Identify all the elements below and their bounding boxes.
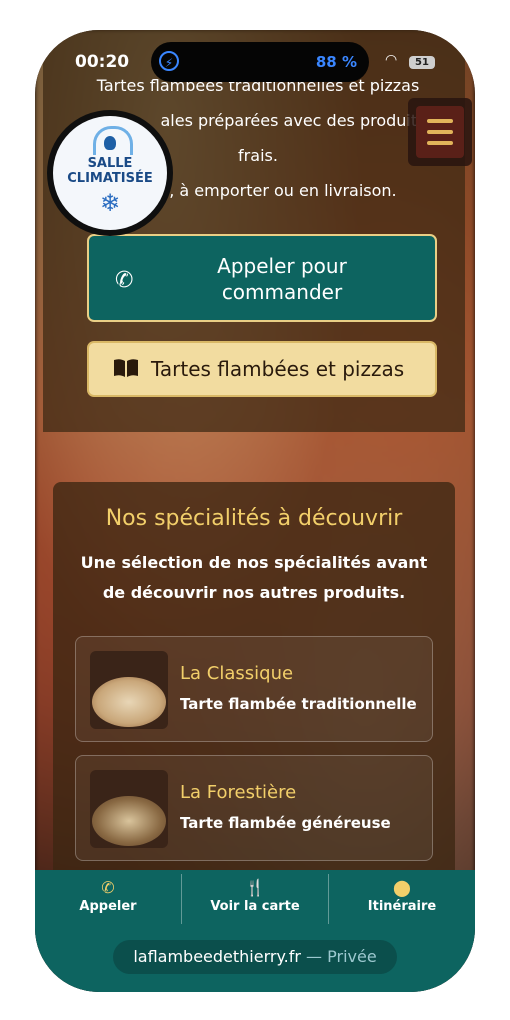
clock: 00:20 bbox=[75, 52, 130, 72]
nav-call[interactable]: ✆ Appeler bbox=[35, 870, 181, 926]
call-to-order-button[interactable]: ✆ Appeler pour commander bbox=[87, 234, 437, 322]
nav-label: Itinéraire bbox=[367, 899, 437, 914]
url-host: laflambeedethierry.fr bbox=[133, 947, 301, 966]
specialties-card: Nos spécialités à découvrir Une sélectio… bbox=[53, 482, 455, 902]
nav-label: Appeler bbox=[79, 899, 137, 914]
nav-menu[interactable]: 🍴 Voir la carte bbox=[182, 870, 328, 926]
product-description: Tarte flambée généreuse bbox=[180, 814, 391, 832]
nav-label: Voir la carte bbox=[210, 899, 300, 914]
product-image bbox=[90, 651, 168, 729]
product-card-classique[interactable]: La Classique Tarte flambée traditionnell… bbox=[75, 636, 433, 742]
battery-icon: 51 bbox=[409, 56, 435, 69]
product-name: La Forestière bbox=[180, 782, 297, 803]
menu-bar bbox=[427, 119, 453, 123]
badge-line2: CLIMATISÉE bbox=[67, 171, 153, 186]
flame-icon bbox=[104, 136, 116, 150]
bottom-nav: ✆ Appeler 🍴 Voir la carte ⬤ Itinéraire bbox=[35, 870, 475, 926]
call-button-label: Appeler pour commander bbox=[217, 254, 347, 304]
menu-bar bbox=[427, 141, 453, 145]
product-description: Tarte flambée traditionnelle bbox=[180, 695, 417, 713]
wifi-icon: ◠ bbox=[385, 52, 398, 68]
phone-icon: ✆ bbox=[115, 268, 134, 293]
specialties-subtitle: Une sélection de nos spécialités avant d… bbox=[80, 553, 428, 602]
specialties-title: Nos spécialités à découvrir bbox=[105, 506, 403, 531]
product-image bbox=[90, 770, 168, 848]
dynamic-island: ⚡ 88 % bbox=[151, 42, 369, 82]
hamburger-menu-button[interactable] bbox=[408, 98, 472, 166]
nav-directions[interactable]: ⬤ Itinéraire bbox=[329, 870, 475, 926]
air-conditioned-badge: SALLE CLIMATISÉE ❄ bbox=[47, 110, 173, 236]
fork-knife-icon: 🍴 bbox=[245, 878, 265, 897]
phone-screen: Tartes flambées traditionnelles et pizza… bbox=[35, 30, 475, 992]
status-bar: 00:20 ⚡ 88 % ◠ 51 bbox=[35, 30, 475, 86]
phone-icon: ✆ bbox=[101, 878, 115, 897]
product-name: La Classique bbox=[180, 663, 294, 684]
menu-button[interactable]: Tartes flambées et pizzas bbox=[87, 341, 437, 397]
badge-line1: SALLE bbox=[87, 156, 133, 171]
battery-percent: 88 % bbox=[315, 53, 357, 71]
browser-bar: laflambeedethierry.fr — Privée bbox=[35, 926, 475, 992]
map-pin-icon: ⬤ bbox=[393, 878, 411, 897]
menu-bar bbox=[427, 130, 453, 134]
address-bar[interactable]: laflambeedethierry.fr — Privée bbox=[113, 940, 397, 974]
charging-icon: ⚡ bbox=[159, 51, 179, 71]
snowflake-icon: ❄ bbox=[99, 189, 121, 217]
menu-button-label: Tartes flambées et pizzas bbox=[151, 357, 405, 381]
private-mode-label: — Privée bbox=[306, 947, 377, 966]
book-icon bbox=[114, 359, 138, 377]
product-card-forestiere[interactable]: La Forestière Tarte flambée généreuse bbox=[75, 755, 433, 861]
